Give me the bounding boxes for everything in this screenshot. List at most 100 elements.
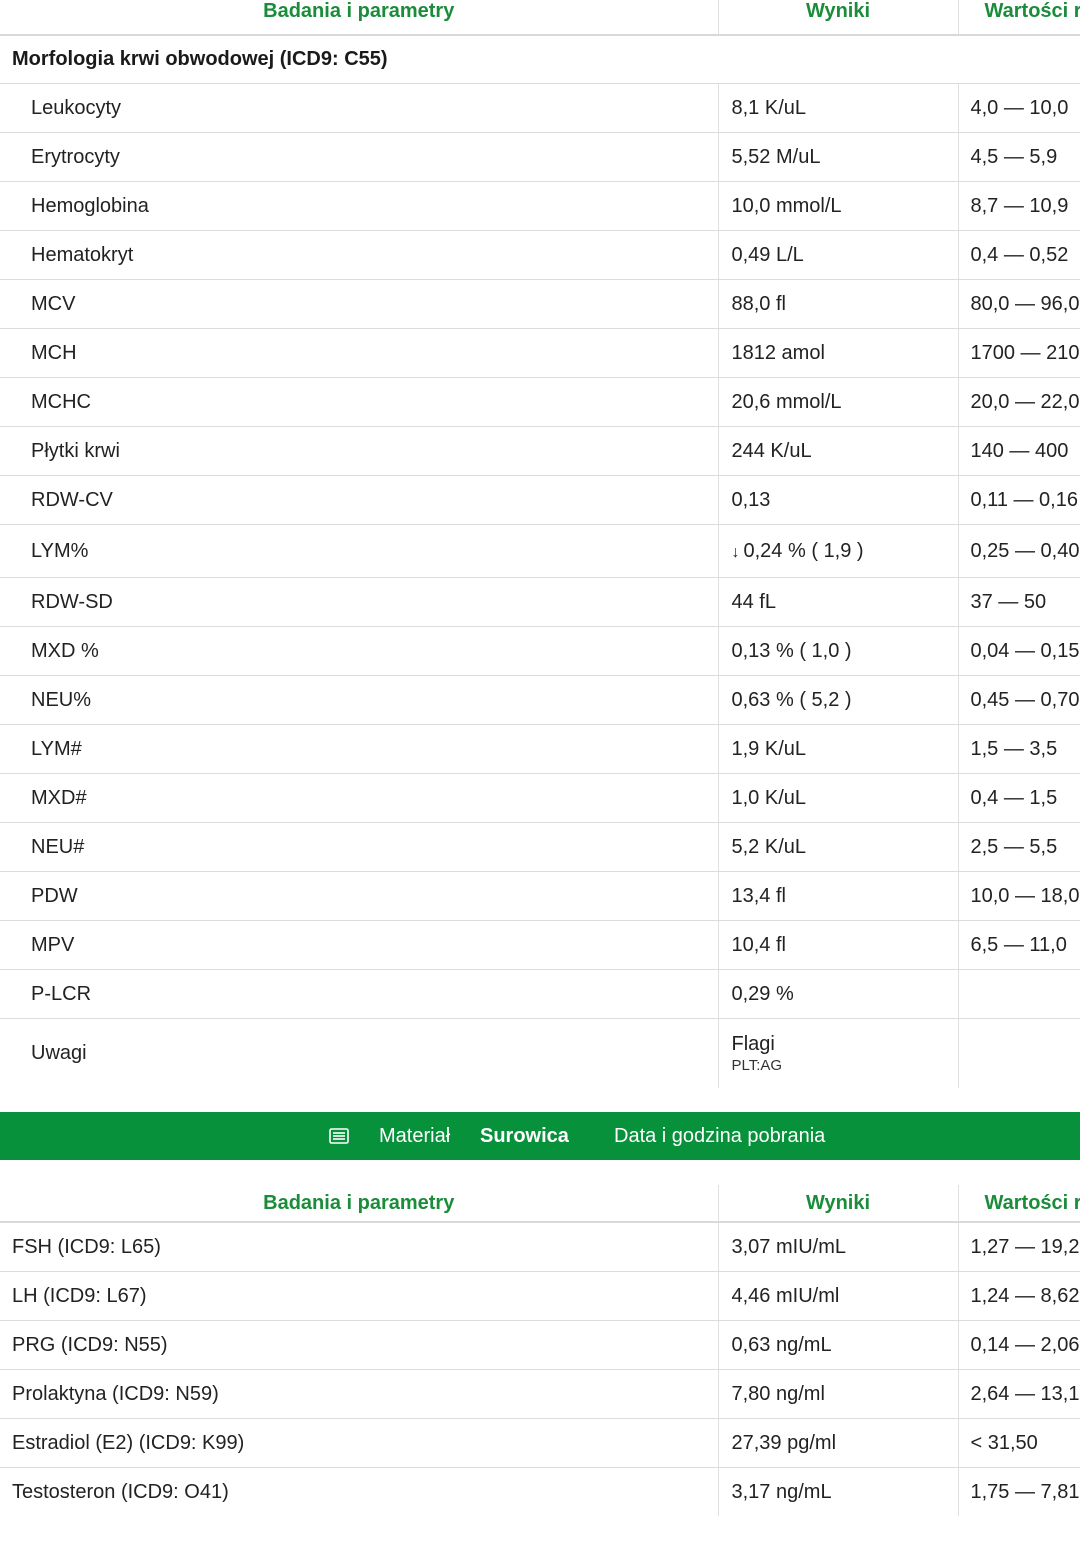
table-row: MCH 1812 amol 1700 — 2100 xyxy=(0,328,1080,378)
reference-range: 80,0 — 96,0 xyxy=(957,279,1080,329)
table-row: NEU# 5,2 K/uL 2,5 — 5,5 xyxy=(0,822,1080,872)
result-value: 0,13 % ( 1,0 ) xyxy=(731,639,852,662)
result-value: 244 K/uL xyxy=(731,439,812,462)
result-value-cell: ↓ 0,24 % ( 1,9 ) xyxy=(717,524,958,578)
result-value-cell: 88,0 fl xyxy=(717,279,958,329)
param-name: PDW xyxy=(0,871,718,921)
result-value-cell: 1,0 K/uL xyxy=(717,773,958,823)
reference-range: 0,11 — 0,16 xyxy=(957,475,1080,525)
table-header: Badania i parametry Wyniki Wartości re xyxy=(0,1185,1080,1223)
header-results: Wyniki xyxy=(717,0,958,36)
reference-range: 0,04 — 0,15 xyxy=(957,626,1080,676)
table-row: Płytki krwi 244 K/uL 140 — 400 xyxy=(0,426,1080,476)
reference-range: 4,5 — 5,9 xyxy=(957,132,1080,182)
reference-range: 0,25 — 0,40 xyxy=(957,524,1080,578)
reference-range: 0,4 — 0,52 xyxy=(957,230,1080,280)
result-value: 88,0 fl xyxy=(731,292,786,315)
param-name: PRG (ICD9: N55) xyxy=(0,1320,718,1370)
reference-range: 0,14 — 2,06 xyxy=(957,1320,1080,1370)
notes-empty-cell xyxy=(957,1018,1080,1088)
low-flag-arrow-icon: ↓ xyxy=(731,543,740,561)
reference-range: 0,45 — 0,70 xyxy=(957,675,1080,725)
table-row: PRG (ICD9: N55) 0,63 ng/mL 0,14 — 2,06 xyxy=(0,1320,1080,1370)
material-bar: Materiał Surowica Data i godzina pobrani… xyxy=(0,1112,1080,1160)
result-value-cell: 0,13 xyxy=(717,475,958,525)
result-value: 0,29 % xyxy=(731,982,794,1005)
param-name: P-LCR xyxy=(0,969,718,1019)
result-value: 0,13 xyxy=(731,488,771,511)
result-value: 3,17 ng/mL xyxy=(731,1480,832,1503)
section-title: Morfologia krwi obwodowej (ICD9: C55) xyxy=(0,35,1080,84)
table-header: Badania i parametry Wyniki Wartości re xyxy=(0,0,1080,36)
section-header: Morfologia krwi obwodowej (ICD9: C55) xyxy=(0,35,1080,84)
header-params: Badania i parametry xyxy=(0,1185,718,1223)
header-params: Badania i parametry xyxy=(0,0,718,36)
result-value: 7,80 ng/ml xyxy=(731,1382,825,1405)
param-name: MCH xyxy=(0,328,718,378)
param-name: Estradiol (E2) (ICD9: K99) xyxy=(0,1418,718,1468)
result-value-cell: 0,63 % ( 5,2 ) xyxy=(717,675,958,725)
collection-date-label: Data i godzina pobrania xyxy=(614,1125,826,1147)
param-name: MCHC xyxy=(0,377,718,427)
table-row: LYM# 1,9 K/uL 1,5 — 3,5 xyxy=(0,724,1080,774)
param-name: MPV xyxy=(0,920,718,970)
flags-value: PLT:AG xyxy=(731,1056,783,1074)
result-value: 4,46 mIU/ml xyxy=(731,1284,840,1307)
result-value: 27,39 pg/ml xyxy=(731,1431,837,1454)
reference-range: 37 — 50 xyxy=(957,577,1080,627)
result-value-cell: 5,2 K/uL xyxy=(717,822,958,872)
result-value-cell: 3,17 ng/mL xyxy=(717,1467,958,1516)
table-row: MXD % 0,13 % ( 1,0 ) 0,04 — 0,15 xyxy=(0,626,1080,676)
flags-title: Flagi xyxy=(731,1032,775,1055)
param-name: Hematokryt xyxy=(0,230,718,280)
result-value-cell: 13,4 fl xyxy=(717,871,958,921)
param-name: LYM% xyxy=(0,524,718,578)
result-value-cell: 4,46 mIU/ml xyxy=(717,1271,958,1321)
param-name: FSH (ICD9: L65) xyxy=(0,1222,718,1272)
table-row: RDW-CV 0,13 0,11 — 0,16 xyxy=(0,475,1080,525)
param-name: Prolaktyna (ICD9: N59) xyxy=(0,1369,718,1419)
param-name: LH (ICD9: L67) xyxy=(0,1271,718,1321)
result-value: 5,2 K/uL xyxy=(731,835,807,858)
result-value: 10,4 fl xyxy=(731,933,786,956)
table-row: FSH (ICD9: L65) 3,07 mIU/mL 1,27 — 19,26 xyxy=(0,1222,1080,1272)
result-value-cell: 20,6 mmol/L xyxy=(717,377,958,427)
param-name: RDW-CV xyxy=(0,475,718,525)
param-name: MCV xyxy=(0,279,718,329)
result-value-cell: 10,0 mmol/L xyxy=(717,181,958,231)
result-value-cell: 1812 amol xyxy=(717,328,958,378)
table-row: Leukocyty 8,1 K/uL 4,0 — 10,0 xyxy=(0,83,1080,133)
result-value-cell: 10,4 fl xyxy=(717,920,958,970)
param-name: Testosteron (ICD9: O41) xyxy=(12,1480,229,1503)
result-value: 0,63 ng/mL xyxy=(731,1333,832,1356)
reference-range: 20,0 — 22,0 xyxy=(957,377,1080,427)
table-row: Hematokryt 0,49 L/L 0,4 — 0,52 xyxy=(0,230,1080,280)
header-results: Wyniki xyxy=(717,1185,958,1223)
reference-range: < 31,50 xyxy=(957,1418,1080,1468)
result-value-cell: 7,80 ng/ml xyxy=(717,1369,958,1419)
param-name: LYM# xyxy=(0,724,718,774)
result-value-cell: 0,29 % xyxy=(717,969,958,1019)
table-row: Testosteron (ICD9: O41) 3,17 ng/mL 1,75 — … xyxy=(0,1467,1080,1516)
table-row: MCV 88,0 fl 80,0 — 96,0 xyxy=(0,279,1080,329)
param-name: Płytki krwi xyxy=(0,426,718,476)
result-value-cell: 244 K/uL xyxy=(717,426,958,476)
reference-range: 1,27 — 19,26 xyxy=(957,1222,1080,1272)
result-value-cell: 0,63 ng/mL xyxy=(717,1320,958,1370)
param-name: Erytrocyty xyxy=(0,132,718,182)
hormone-table: Badania i parametry Wyniki Wartości re F… xyxy=(0,1185,1080,1516)
table-row: RDW-SD 44 fL 37 — 50 xyxy=(0,577,1080,627)
reference-range: 1,75 — 7,81 xyxy=(957,1467,1080,1516)
result-value: 1,9 K/uL xyxy=(731,737,807,760)
material-label: Materiał xyxy=(379,1125,451,1147)
table-row: Estradiol (E2) (ICD9: K99) 27,39 pg/ml < 3… xyxy=(0,1418,1080,1468)
table-row: NEU% 0,63 % ( 5,2 ) 0,45 — 0,70 xyxy=(0,675,1080,725)
blood-count-table: Badania i parametry Wyniki Wartości re M… xyxy=(0,0,1080,1088)
table-row: MXD# 1,0 K/uL 0,4 — 1,5 xyxy=(0,773,1080,823)
flags-cell: Flagi PLT:AG xyxy=(717,1018,958,1088)
reference-range: 4,0 — 10,0 xyxy=(957,83,1080,133)
param-name: NEU# xyxy=(0,822,718,872)
result-value-cell: 0,49 L/L xyxy=(717,230,958,280)
reference-range: 140 — 400 xyxy=(957,426,1080,476)
reference-range: 1700 — 2100 xyxy=(957,328,1080,378)
